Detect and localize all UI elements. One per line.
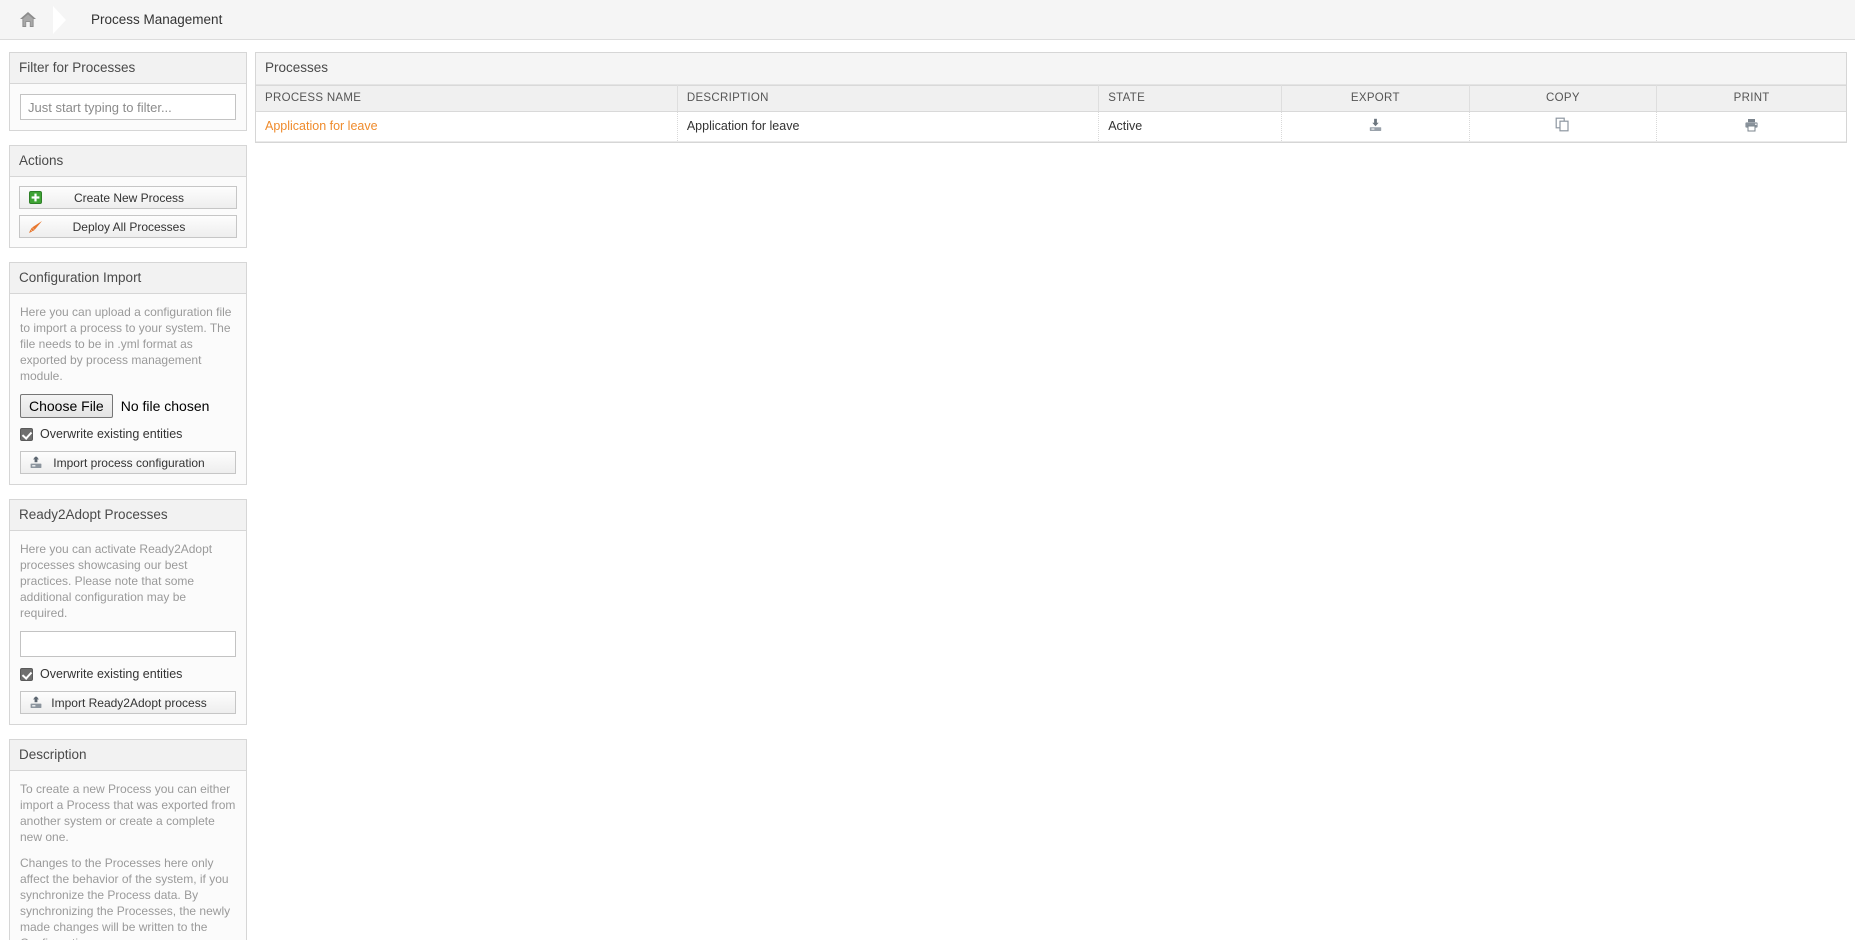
breadcrumb-home-link[interactable] [0, 0, 55, 39]
description-paragraph-1: To create a new Process you can either i… [20, 782, 236, 844]
cell-process-name: Application for leave [256, 111, 678, 142]
ready2adopt-description: Here you can activate Ready2Adopt proces… [20, 542, 213, 620]
column-header-export[interactable]: EXPORT [1281, 85, 1470, 112]
deploy-all-processes-button[interactable]: Deploy All Processes [19, 215, 237, 238]
upload-icon [21, 455, 51, 470]
main-content: Processes PROCESS NAME DESCRIPTION STATE [255, 52, 1847, 143]
ready2adopt-overwrite-label: Overwrite existing entities [40, 667, 183, 681]
filter-widget-title: Filter for Processes [10, 53, 246, 84]
cell-export [1281, 111, 1470, 142]
chosen-file-name: No file chosen [120, 398, 210, 414]
processes-panel: Processes PROCESS NAME DESCRIPTION STATE [255, 52, 1847, 143]
breadcrumb-current: Process Management [91, 12, 223, 27]
ready2adopt-body: Here you can activate Ready2Adopt proces… [10, 531, 246, 724]
upload-icon [21, 695, 51, 710]
config-overwrite-checkbox[interactable] [20, 427, 33, 441]
filter-input[interactable] [20, 94, 236, 120]
import-ready2adopt-process-button[interactable]: Import Ready2Adopt process [20, 691, 236, 714]
configuration-import-body: Here you can upload a configuration file… [10, 294, 246, 484]
import-process-configuration-label: Import process configuration [53, 455, 205, 470]
actions-widget-body: Create New Process Deploy All Processes [10, 177, 246, 247]
printer-icon[interactable] [1744, 118, 1759, 132]
ready2adopt-select[interactable] [20, 631, 236, 657]
deploy-all-processes-label: Deploy All Processes [72, 219, 186, 234]
download-icon[interactable] [1368, 118, 1383, 132]
table-header-row: PROCESS NAME DESCRIPTION STATE EXPORT CO… [256, 85, 1846, 112]
chevron-right-icon [53, 0, 79, 39]
config-overwrite-row: Overwrite existing entities [20, 427, 236, 441]
cell-description: Application for leave [677, 111, 1100, 142]
page-body: Filter for Processes Actions Create [0, 40, 1855, 940]
file-upload-row: Choose File No file chosen [20, 394, 236, 418]
import-process-configuration-button[interactable]: Import process configuration [20, 451, 236, 474]
rocket-icon [20, 220, 50, 234]
cell-state: Active [1098, 111, 1283, 142]
description-widget-title: Description [10, 740, 246, 771]
configuration-import-description: Here you can upload a configuration file… [20, 305, 232, 383]
plus-box-icon [20, 191, 50, 204]
ready2adopt-overwrite-checkbox[interactable] [20, 667, 33, 681]
import-ready2adopt-process-label: Import Ready2Adopt process [51, 695, 207, 710]
processes-table: PROCESS NAME DESCRIPTION STATE EXPORT CO… [256, 85, 1846, 142]
process-name-link[interactable]: Application for leave [265, 119, 378, 133]
column-header-copy[interactable]: COPY [1469, 85, 1658, 112]
description-widget: Description To create a new Process you … [9, 739, 247, 940]
table-row: Application for leave Application for le… [256, 111, 1846, 142]
description-paragraph-2: Changes to the Processes here only affec… [20, 856, 231, 940]
actions-widget-title: Actions [10, 146, 246, 177]
configuration-import-widget: Configuration Import Here you can upload… [9, 262, 247, 485]
home-icon [19, 11, 37, 28]
ready2adopt-title: Ready2Adopt Processes [10, 500, 246, 531]
filter-widget: Filter for Processes [9, 52, 247, 131]
cell-copy [1469, 111, 1658, 142]
actions-widget: Actions Create New Process Deploy All Pr… [9, 145, 247, 248]
breadcrumb: Process Management [0, 0, 1855, 40]
column-header-print[interactable]: PRINT [1656, 85, 1846, 112]
processes-panel-title: Processes [256, 53, 1846, 85]
column-header-state[interactable]: STATE [1098, 85, 1283, 112]
copy-icon[interactable] [1555, 117, 1570, 132]
filter-widget-body [10, 84, 246, 130]
cell-print [1656, 111, 1846, 142]
choose-file-button[interactable]: Choose File [20, 394, 113, 418]
config-overwrite-label: Overwrite existing entities [40, 427, 183, 441]
configuration-import-title: Configuration Import [10, 263, 246, 294]
create-new-process-label: Create New Process [73, 190, 185, 205]
column-header-process-name[interactable]: PROCESS NAME [256, 85, 678, 112]
create-new-process-button[interactable]: Create New Process [19, 186, 237, 209]
sidebar: Filter for Processes Actions Create [9, 52, 247, 940]
column-header-description[interactable]: DESCRIPTION [677, 85, 1100, 112]
ready2adopt-overwrite-row: Overwrite existing entities [20, 667, 236, 681]
ready2adopt-widget: Ready2Adopt Processes Here you can activ… [9, 499, 247, 725]
description-widget-body: To create a new Process you can either i… [10, 771, 246, 940]
